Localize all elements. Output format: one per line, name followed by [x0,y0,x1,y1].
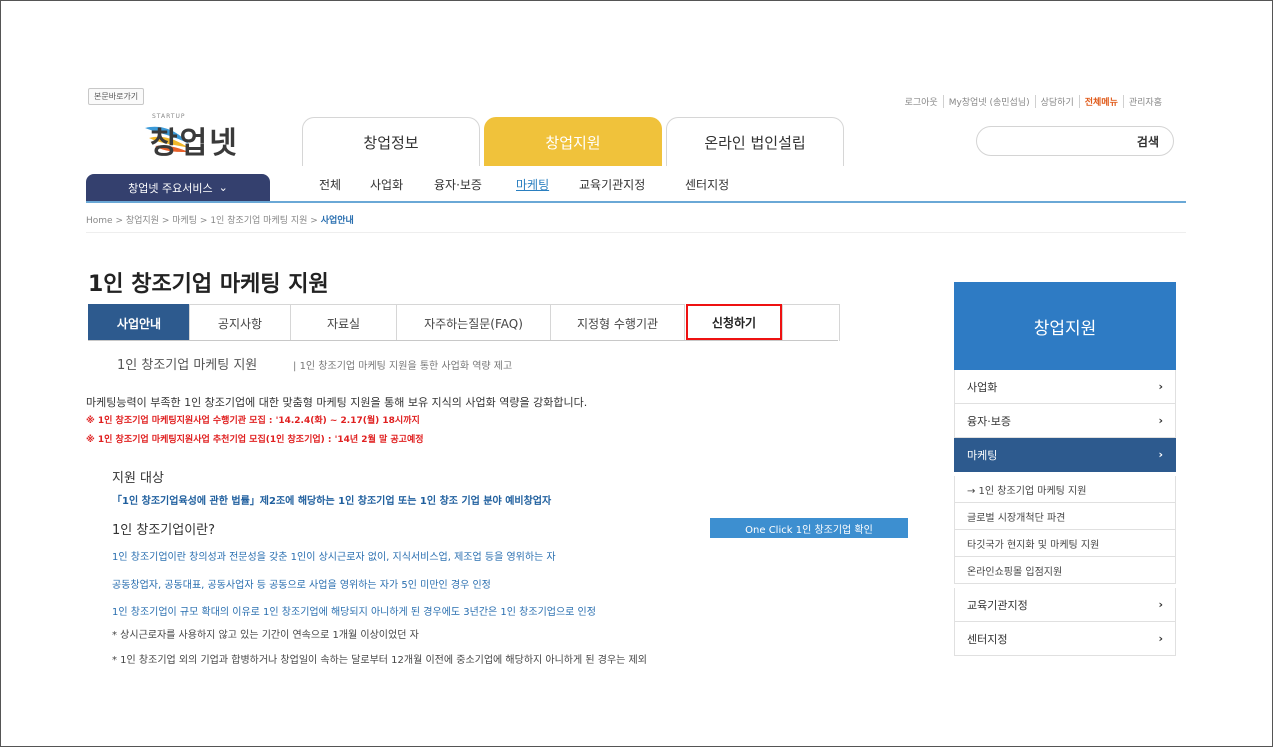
sidebar-item-label: 융자·보증 [967,414,1011,428]
notice-agency-recruit: ※ 1인 창조기업 마케팅지원사업 수행기관 모집 : '14.2.4(화) ~… [86,416,420,426]
sidebar-item-label: 사업화 [967,380,998,394]
sidebar-item-marketing[interactable]: 마케팅 › [954,438,1176,472]
logo-wordmark[interactable]: 창업넷 [150,118,239,162]
main-services-dropdown[interactable]: 창업넷 주요서비스 ⌄ [86,174,270,201]
subnav-all[interactable]: 전체 [319,176,341,193]
sidebar-title: 창업지원 [954,282,1176,370]
sidebar-item-commercialization[interactable]: 사업화 › [954,370,1176,404]
my-page-link[interactable]: My창업넷 (송민섭님) [942,95,1035,108]
section-title: 1인 창조기업 마케팅 지원 [117,358,258,373]
subnav-commercialization[interactable]: 사업화 [370,176,403,193]
sidebar-sub-one-person-marketing[interactable]: → 1인 창조기업 마케팅 지원 [954,476,1176,503]
tabs-divider [88,340,838,341]
tab-notices[interactable]: 공지사항 [189,304,291,341]
sidebar-item-label: 센터지정 [967,632,1008,646]
sidebar-item-loan-guarantee[interactable]: 융자·보증 › [954,404,1176,438]
definition-line-2: 공동창업자, 공동대표, 공동사업자 등 공동으로 사업을 영위하는 자가 5인… [112,580,491,591]
skip-to-content-link[interactable]: 본문바로가기 [88,88,145,105]
main-services-label: 창업넷 주요서비스 [128,181,213,195]
sidebar-sub-online-mall[interactable]: 온라인쇼핑몰 입점지원 [954,557,1176,584]
one-click-check-button[interactable]: One Click 1인 창조기업 확인 [710,518,908,538]
breadcrumb-current: 사업안내 [320,216,354,226]
sidebar-item-center-designation[interactable]: 센터지정 › [954,622,1176,656]
chevron-right-icon: › [1158,414,1163,427]
search-button[interactable]: 검색 [1137,133,1159,150]
logout-link[interactable]: 로그아웃 [900,95,943,108]
sidebar-item-label: 교육기관지정 [967,598,1028,612]
breadcrumb: Home > 창업지원 > 마케팅 > 1인 창조기업 마케팅 지원 > 사업안… [86,213,354,226]
divider [86,232,1186,233]
chevron-right-icon: › [1158,632,1163,645]
main-tab-startup-support[interactable]: 창업지원 [484,117,662,166]
chevron-right-icon: › [1158,598,1163,611]
definition-heading: 1인 창조기업이란? [112,523,216,538]
definition-note-1: * 상시근로자를 사용하지 않고 있는 기간이 연속으로 1개월 이상이었던 자 [112,630,419,641]
tab-overview[interactable]: 사업안내 [88,304,190,341]
section-subtitle: | 1인 창조기업 마케팅 지원을 통한 사업화 역량 제고 [293,361,513,372]
definition-note-2: * 1인 창조기업 외의 기업과 합병하거나 창업일이 속하는 달로부터 12개… [112,655,647,666]
consult-link[interactable]: 상담하기 [1034,95,1079,108]
tab-designated-agency[interactable]: 지정형 수행기관 [550,304,685,341]
chevron-down-icon: ⌄ [218,181,228,194]
page-title: 1인 창조기업 마케팅 지원 [88,272,329,297]
chevron-right-icon: › [1158,380,1163,393]
tab-apply[interactable]: 신청하기 [686,304,782,340]
breadcrumb-trail[interactable]: Home > 창업지원 > 마케팅 > 1인 창조기업 마케팅 지원 > [86,216,318,226]
definition-line-3: 1인 창조기업이 규모 확대의 이유로 1인 창조기업에 해당되지 아니하게 된… [112,607,596,618]
sidebar-sub-global-market[interactable]: 글로벌 시장개척단 파견 [954,503,1176,530]
admin-home-link[interactable]: 관리자홈 [1122,95,1167,108]
chevron-right-icon: › [1158,448,1163,461]
definition-line-1: 1인 창조기업이란 창의성과 전문성을 갖춘 1인이 상시근로자 없이, 지식서… [112,552,556,563]
utility-links: 로그아웃 My창업넷 (송민섭님) 상담하기 전체메뉴 관리자홈 [900,95,1167,108]
all-menu-link[interactable]: 전체메뉴 [1078,95,1123,108]
subnav-loan-guarantee[interactable]: 융자·보증 [434,176,482,193]
tab-resources[interactable]: 자료실 [290,304,397,341]
nav-divider [86,201,1186,203]
tab-faq[interactable]: 자주하는질문(FAQ) [396,304,551,341]
subnav-marketing[interactable]: 마케팅 [516,176,549,193]
notice-company-recruit: ※ 1인 창조기업 마케팅지원사업 추천기업 모집(1인 창조기업) : '14… [86,435,424,445]
sidebar-item-education-designation[interactable]: 교육기관지정 › [954,588,1176,622]
sidebar-item-label: 마케팅 [967,448,998,462]
main-tab-online-incorporation[interactable]: 온라인 법인설립 [666,117,844,166]
main-tab-startup-info[interactable]: 창업정보 [302,117,480,166]
tab-empty [782,304,840,341]
section-subtitle-text: 1인 창조기업 마케팅 지원을 통한 사업화 역량 제고 [299,361,513,372]
intro-text: 마케팅능력이 부족한 1인 창조기업에 대한 맞춤형 마케팅 지원을 통해 보유… [86,396,588,409]
sidebar-sub-localization[interactable]: 타깃국가 현지화 및 마케팅 지원 [954,530,1176,557]
target-heading: 지원 대상 [112,471,164,486]
target-law-text: 「1인 창조기업육성에 관한 법률」제2조에 해당하는 1인 창조기업 또는 1… [112,496,552,507]
subnav-center-designation[interactable]: 센터지정 [685,176,729,193]
subnav-education-designation[interactable]: 교육기관지정 [579,176,645,193]
